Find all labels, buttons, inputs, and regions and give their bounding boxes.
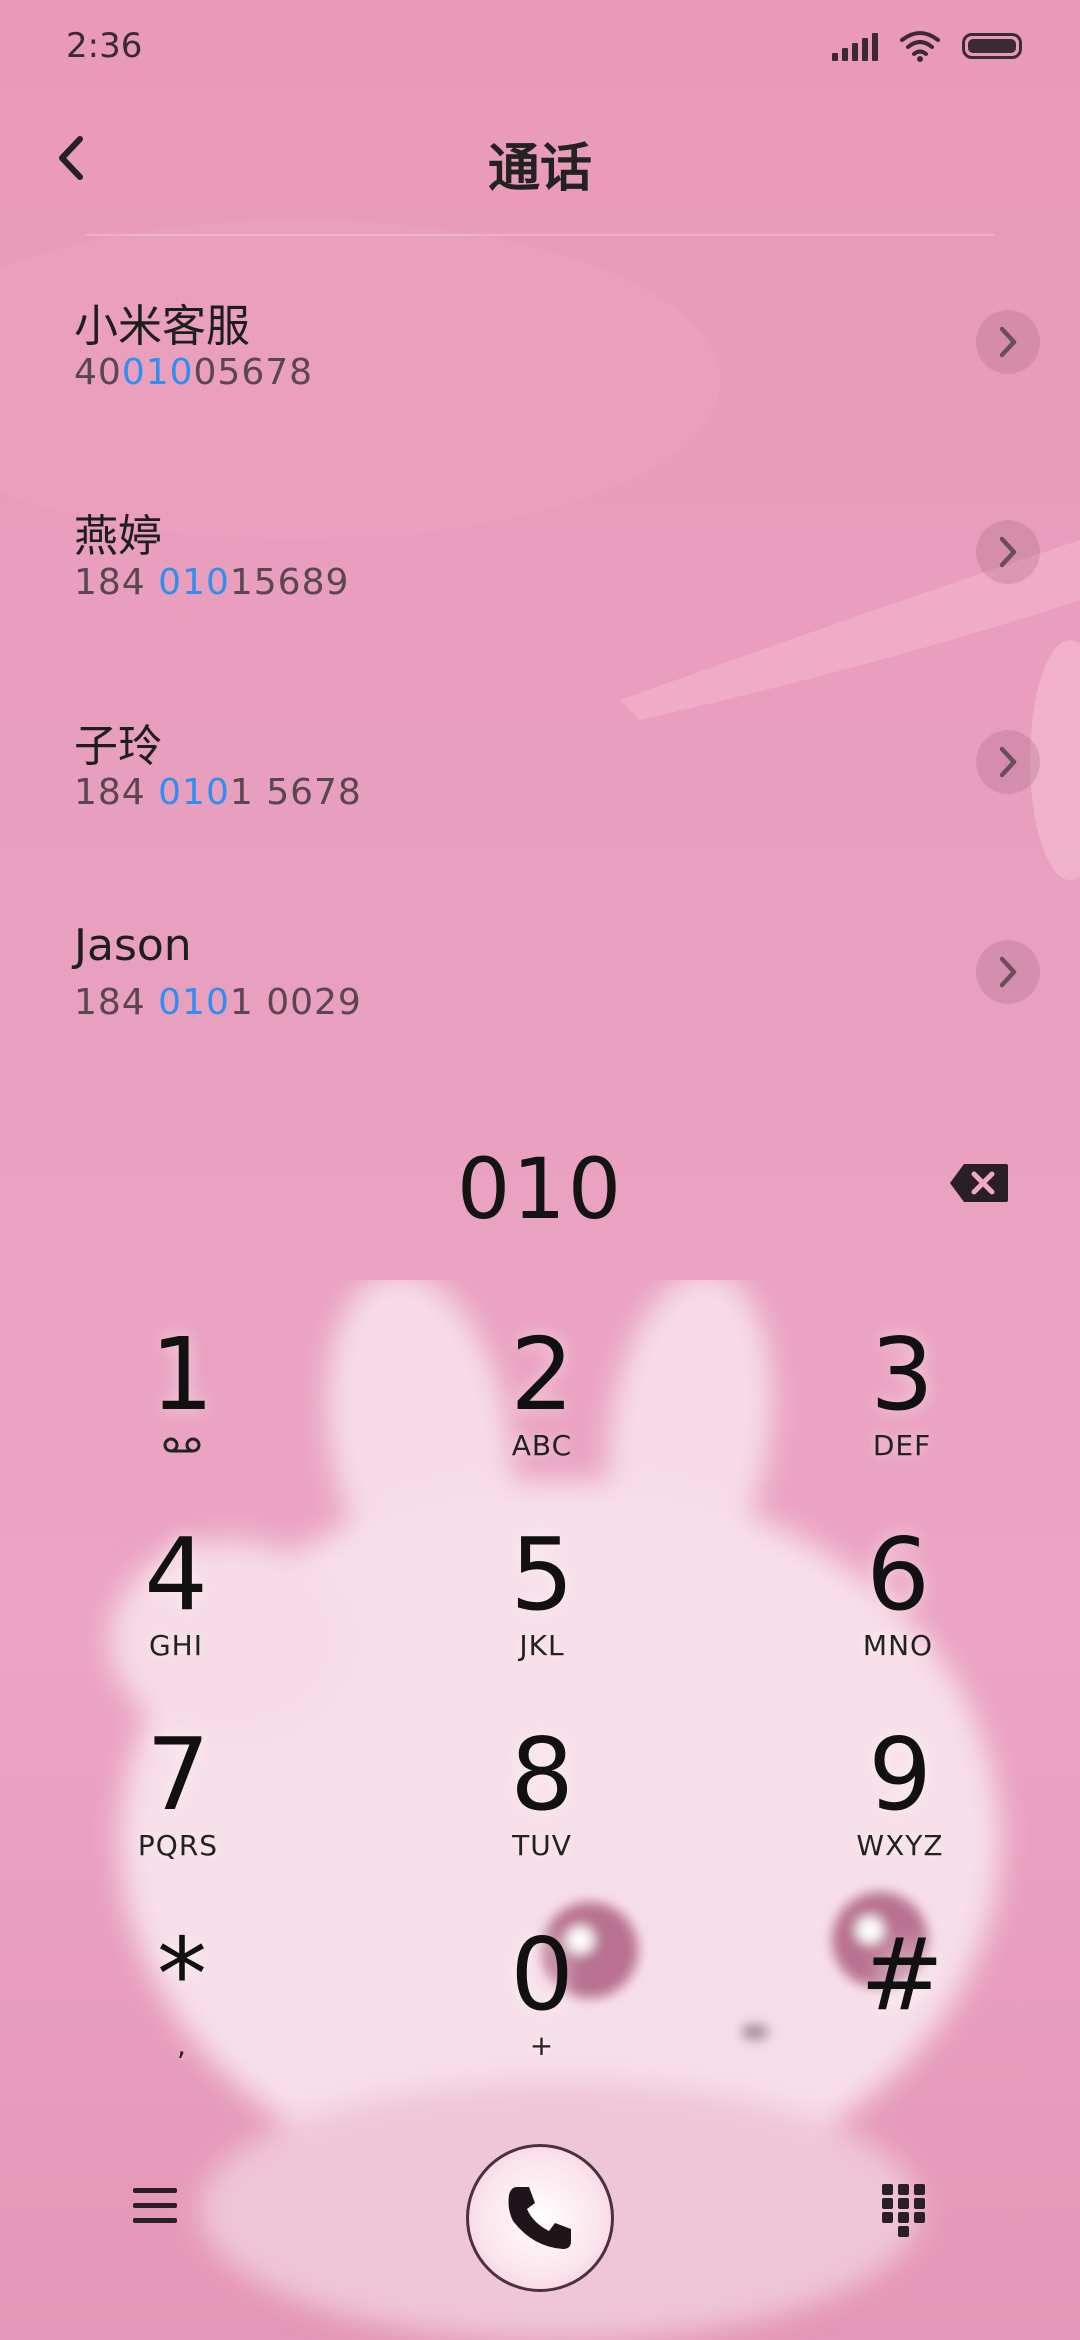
contact-detail-button[interactable]	[976, 310, 1040, 374]
key-letters: +	[529, 2029, 555, 2062]
key-3[interactable]: 3 DEF	[792, 1320, 1012, 1500]
chevron-right-icon	[999, 746, 1017, 778]
contact-name: Jason	[74, 920, 192, 971]
contact-detail-button[interactable]	[976, 520, 1040, 584]
key-digit: 6	[866, 1516, 930, 1633]
voicemail-icon	[163, 1437, 201, 1453]
page-title: 通话	[487, 139, 592, 199]
key-hash[interactable]: #	[792, 1920, 1012, 2100]
contact-name: 小米客服	[74, 301, 250, 352]
key-digit: 0	[510, 1916, 574, 2033]
number-match-highlight: 010	[158, 772, 230, 813]
key-letters: GHI	[148, 1629, 203, 1662]
header: 通话	[0, 100, 1080, 220]
key-letters: DEF	[872, 1429, 932, 1462]
contact-number: 184 0101 5678	[74, 772, 362, 813]
contact-name: 燕婷	[74, 511, 162, 562]
chevron-right-icon	[999, 326, 1017, 358]
key-8[interactable]: 8 TUV	[432, 1720, 652, 1900]
wifi-icon	[900, 31, 940, 62]
dial-display: 010	[0, 1136, 1080, 1246]
key-letters: ABC	[511, 1429, 573, 1462]
bottom-action-bar	[0, 2140, 1080, 2292]
contact-result-row[interactable]: 燕婷 184 01015689	[0, 480, 1080, 690]
key-digit: 8	[510, 1716, 574, 1833]
key-5[interactable]: 5 JKL	[432, 1520, 652, 1700]
key-star[interactable]: * ,	[72, 1920, 292, 2100]
status-bar: 2:36	[0, 0, 1080, 96]
key-0[interactable]: 0 +	[432, 1920, 652, 2100]
menu-button[interactable]	[130, 2184, 200, 2244]
key-6[interactable]: 6 MNO	[788, 1520, 1008, 1700]
header-divider	[86, 234, 994, 236]
contact-detail-button[interactable]	[976, 730, 1040, 794]
contact-result-row[interactable]: 小米客服 4001005678	[0, 270, 1080, 480]
key-letters: ,	[177, 2029, 187, 2062]
key-digit: 2	[510, 1316, 574, 1433]
key-digit: 1	[150, 1316, 214, 1433]
key-7[interactable]: 7 PQRS	[68, 1720, 288, 1900]
key-letters: PQRS	[137, 1829, 219, 1862]
contact-result-row[interactable]: Jason 184 0101 0029	[0, 900, 1080, 1110]
key-9[interactable]: 9 WXYZ	[790, 1720, 1010, 1900]
key-digit: 5	[510, 1516, 574, 1633]
key-letters: WXYZ	[856, 1829, 944, 1862]
number-match-highlight: 010	[121, 352, 194, 393]
key-2[interactable]: 2 ABC	[432, 1320, 652, 1500]
key-1[interactable]: 1	[72, 1320, 292, 1500]
backspace-icon	[950, 1164, 1008, 1202]
key-digit: #	[860, 1916, 944, 2033]
key-digit: 4	[144, 1516, 208, 1633]
contact-detail-button[interactable]	[976, 940, 1040, 1004]
chevron-right-icon	[999, 536, 1017, 568]
key-digit: 3	[870, 1316, 934, 1433]
phone-icon	[508, 2187, 571, 2249]
number-match-highlight: 010	[158, 982, 230, 1023]
contact-results-list: 小米客服 4001005678 燕婷 184 01015689 子玲 184 0…	[0, 270, 1080, 1110]
battery-icon	[962, 33, 1022, 59]
contact-number: 184 0101 0029	[74, 982, 362, 1023]
contact-number: 4001005678	[74, 352, 314, 393]
number-match-highlight: 010	[158, 562, 230, 603]
key-digit: *	[157, 1916, 207, 2033]
contact-result-row[interactable]: 子玲 184 0101 5678	[0, 690, 1080, 900]
menu-icon	[133, 2188, 177, 2223]
key-letters: TUV	[512, 1829, 572, 1862]
contact-name: 子玲	[74, 721, 162, 772]
key-4[interactable]: 4 GHI	[66, 1520, 286, 1700]
dialpad-icon	[882, 2184, 925, 2237]
backspace-button[interactable]	[948, 1162, 1010, 1204]
status-time: 2:36	[66, 26, 143, 66]
dialed-number: 010	[456, 1140, 624, 1238]
status-icons	[832, 30, 1022, 62]
key-letters: JKL	[519, 1629, 565, 1662]
key-letters: MNO	[862, 1629, 934, 1662]
key-digit: 7	[146, 1716, 210, 1833]
call-button[interactable]	[466, 2144, 614, 2292]
contact-number: 184 01015689	[74, 562, 350, 603]
keypad-toggle-button[interactable]	[880, 2182, 940, 2246]
chevron-right-icon	[999, 956, 1017, 988]
signal-icon	[832, 31, 878, 61]
key-digit: 9	[868, 1716, 932, 1833]
